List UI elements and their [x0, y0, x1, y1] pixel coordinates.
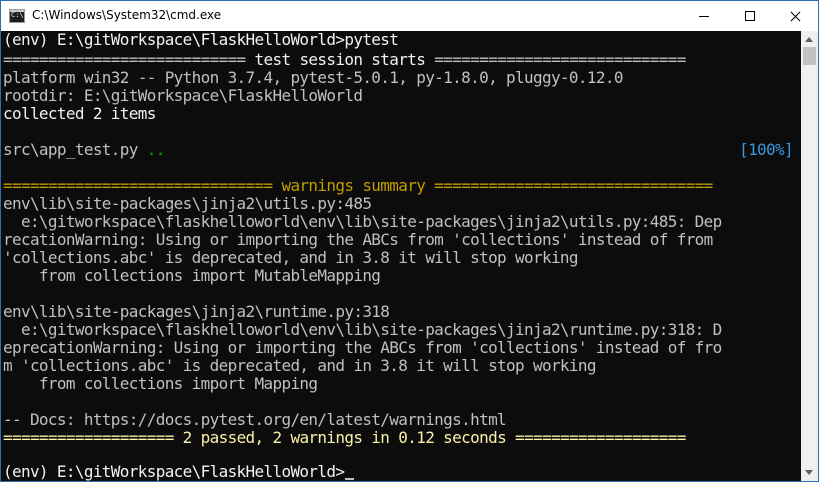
scroll-down-arrow-icon[interactable] — [801, 464, 818, 481]
warnings-separator: ============================== warnings … — [3, 177, 713, 195]
warning-text: 'collections.abc' is deprecated, and in … — [3, 248, 579, 267]
docs-line: -- Docs: https://docs.pytest.org/en/late… — [3, 410, 507, 429]
prompt-text: (env) E:\gitWorkspace\FlaskHelloWorld> — [3, 462, 345, 481]
command-line: (env) E:\gitWorkspace\FlaskHelloWorld>py… — [3, 31, 399, 49]
separator-right: =================== — [506, 428, 686, 447]
title-bar[interactable]: C:\ C:\Windows\System32\cmd.exe — [1, 1, 818, 31]
warning-code: from collections import Mapping — [3, 374, 318, 393]
cmd-icon[interactable]: C:\ — [9, 9, 25, 23]
separator-left: ============================== — [3, 176, 282, 195]
rootdir-line: rootdir: E:\gitWorkspace\FlaskHelloWorld — [3, 86, 363, 105]
cmd-window: C:\ C:\Windows\System32\cmd.exe (env) E:… — [0, 0, 819, 482]
test-progress: [100%] — [739, 140, 794, 159]
warning-text: e:\gitworkspace\flaskhelloworld\env\lib\… — [3, 320, 722, 339]
summary-text: 2 passed, 2 warnings in 0.12 seconds — [182, 428, 507, 447]
warning-file: env\lib\site-packages\jinja2\runtime.py:… — [3, 302, 390, 321]
minimize-button[interactable] — [681, 1, 727, 31]
text-cursor — [345, 478, 355, 480]
test-dots: .. — [137, 140, 166, 159]
vertical-scrollbar[interactable] — [801, 31, 818, 481]
separator-right: ============================ — [425, 50, 686, 69]
warning-text: eprecationWarning: Using or importing th… — [3, 338, 722, 357]
window-title: C:\Windows\System32\cmd.exe — [32, 8, 222, 22]
collected-line: collected 2 items — [3, 104, 156, 123]
separator-right: =============================== — [425, 176, 713, 195]
separator-left: =========================== — [3, 50, 255, 69]
test-file: src\app_test.py — [3, 140, 138, 159]
console-output[interactable]: (env) E:\gitWorkspace\FlaskHelloWorld>py… — [3, 31, 801, 481]
maximize-button[interactable] — [727, 1, 773, 31]
warning-text: m 'collections.abc' is deprecated, and i… — [3, 356, 597, 375]
summary-separator: =================== 2 passed, 2 warnings… — [3, 429, 686, 447]
session-separator: =========================== test session… — [3, 51, 686, 69]
warning-text: e:\gitworkspace\flaskhelloworld\env\lib\… — [3, 212, 722, 231]
platform-line: platform win32 -- Python 3.7.4, pytest-5… — [3, 68, 623, 87]
test-result-line: src\app_test.py .. [100%] — [3, 141, 801, 159]
separator-title: warnings summary — [281, 176, 426, 195]
warning-code: from collections import MutableMapping — [3, 266, 381, 285]
prompt-line[interactable]: (env) E:\gitWorkspace\FlaskHelloWorld> — [3, 462, 355, 481]
warning-text: recationWarning: Using or importing the … — [3, 230, 713, 249]
close-button[interactable] — [772, 1, 818, 31]
separator-left: =================== — [3, 428, 183, 447]
warning-file: env\lib\site-packages\jinja2\utils.py:48… — [3, 194, 372, 213]
separator-title: test session starts — [254, 50, 426, 69]
scroll-thumb[interactable] — [803, 47, 816, 65]
scroll-up-arrow-icon[interactable] — [801, 31, 818, 48]
